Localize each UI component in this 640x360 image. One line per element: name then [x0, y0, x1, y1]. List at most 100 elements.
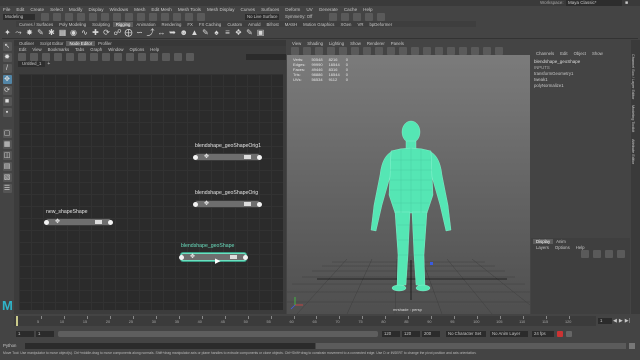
grid-snap-icon[interactable] [138, 52, 146, 61]
node-search-field[interactable] [246, 53, 286, 60]
node-menu-view[interactable]: View [29, 47, 44, 52]
bookmark-icon[interactable] [186, 52, 194, 61]
swatch-icon[interactable] [162, 52, 170, 61]
shelf-tab-curves-surfaces[interactable]: Curves / Surfaces [16, 22, 56, 27]
node-menu-help[interactable]: Help [147, 47, 162, 52]
range-inner-start-field[interactable]: 1 [36, 331, 54, 337]
input-port[interactable] [44, 220, 49, 225]
move-tool-icon[interactable]: ✥ [2, 75, 12, 84]
side-tab-channel-box[interactable]: Channel Box / Layer Editor [631, 54, 635, 99]
render-icon[interactable] [197, 12, 205, 21]
mesh-left-leg[interactable] [394, 211, 411, 287]
textured-icon[interactable] [411, 46, 419, 55]
range-end2-field[interactable]: 200 [422, 331, 440, 337]
input-port[interactable] [179, 255, 184, 260]
play-icon[interactable]: ◀ [613, 318, 617, 324]
layer-menu-options[interactable]: Options [552, 245, 573, 250]
bind-skin-icon[interactable]: ✸ [26, 28, 34, 37]
panel-tab-script-editor[interactable]: Script Editor [37, 41, 66, 46]
mode-select[interactable]: Modeling [3, 13, 35, 20]
blendshape-icon[interactable]: ◉ [70, 28, 78, 37]
image-plane-icon[interactable] [327, 46, 335, 55]
sculpt-icon[interactable]: ✎ [246, 28, 254, 37]
spline-ik-icon[interactable]: ⤴ [147, 28, 155, 37]
brush-icon[interactable]: ✎ [202, 28, 210, 37]
select-object-icon[interactable] [113, 12, 121, 21]
render-frame-icon[interactable] [341, 12, 349, 21]
node-menu-bookmarks[interactable]: Bookmarks [45, 47, 73, 52]
custom-mode-icon[interactable] [126, 52, 134, 61]
new-layer-selected-icon[interactable] [617, 250, 625, 258]
viewport-canvas[interactable]: Verts: 50548 8216 0 Edges: 99990 16544 0 Faces: 4… [287, 55, 530, 314]
shelf-tab-fx[interactable]: FX [184, 22, 196, 27]
joint-icon[interactable]: ✦ [4, 28, 12, 37]
snap-point-icon[interactable] [161, 12, 169, 21]
select-camera-icon[interactable] [291, 46, 299, 55]
fps-field[interactable]: 24 fps [532, 331, 554, 337]
panel-tab-node-editor[interactable]: Node Editor [66, 40, 96, 46]
menu-cache[interactable]: Cache [341, 7, 360, 12]
open-scene-icon[interactable] [53, 12, 61, 21]
select-component-icon[interactable] [125, 12, 133, 21]
wireframe-icon[interactable] [387, 46, 395, 55]
menu-edit-mesh[interactable]: Edit Mesh [148, 7, 174, 12]
prefs-icon[interactable] [566, 331, 572, 337]
menu-uv[interactable]: UV [303, 7, 315, 12]
node-blendshape-geoshapeorig1[interactable]: ✥ [193, 153, 262, 161]
live-surface-field[interactable]: No Live Surface [245, 13, 279, 20]
command-input[interactable] [25, 342, 315, 349]
layer-tab-anim[interactable]: Anim [553, 239, 569, 244]
antialias-icon[interactable] [495, 46, 503, 55]
output-port[interactable] [257, 202, 262, 207]
isolate-select-icon[interactable] [459, 46, 467, 55]
symmetry-field[interactable]: Symmetry: Off [283, 14, 315, 20]
smooth-shade-icon[interactable] [399, 46, 407, 55]
menu-create[interactable]: Create [27, 7, 47, 12]
pose-icon[interactable]: ♠ [213, 28, 221, 37]
bookmark-camera-icon[interactable] [315, 46, 323, 55]
add-graph-tab-button[interactable]: + [47, 61, 50, 67]
lasso-tool-icon[interactable]: ✸ [2, 53, 12, 62]
ipr-icon[interactable] [353, 12, 361, 21]
viewport-menu-lighting[interactable]: Lighting [326, 41, 347, 46]
mirror-joint-icon[interactable]: ↔ [158, 28, 166, 37]
layer-tab-display[interactable]: Display [533, 238, 554, 244]
range-end-field[interactable]: 120 [402, 331, 420, 337]
node-menu-options[interactable]: Options [126, 47, 147, 52]
input-node-polynormalize1[interactable]: polyNormalize1 [531, 83, 630, 89]
constraint-point-icon[interactable]: ✚ [92, 28, 100, 37]
menu-modify[interactable]: Modify [66, 7, 86, 12]
skin-icon[interactable]: ▲ [191, 28, 199, 37]
panel-tab-outliner[interactable]: Outliner [16, 41, 37, 46]
layer-down-icon[interactable] [593, 250, 601, 258]
shelf-tab-custom[interactable]: Custom [224, 22, 245, 27]
save-scene-icon[interactable] [65, 12, 73, 21]
range-inner-end-field[interactable]: 120 [382, 331, 400, 337]
scale-tool-icon[interactable]: ■ [2, 97, 12, 106]
menu-help[interactable]: Help [360, 7, 375, 12]
persp-outliner-icon[interactable]: ▤ [2, 162, 12, 171]
align-icon[interactable]: ≡ [224, 28, 232, 37]
channel-menu-edit[interactable]: Edit [557, 51, 570, 56]
snap-curve-icon[interactable] [149, 12, 157, 21]
viewport-menu-panels[interactable]: Panels [388, 41, 407, 46]
shelf-tab-rigging[interactable]: Rigging [112, 21, 134, 27]
grid-toggle-icon[interactable] [339, 46, 347, 55]
connected-mode-icon[interactable] [102, 52, 110, 61]
menu-surfaces[interactable]: Surfaces [258, 7, 282, 12]
node-attribute-toggle[interactable] [95, 220, 102, 224]
character-set-field[interactable]: No Character Set [446, 331, 486, 337]
menu-select[interactable]: Select [47, 7, 66, 12]
clear-graph-icon[interactable] [54, 52, 62, 61]
mesh-left-foot[interactable] [391, 284, 407, 292]
four-view-icon[interactable]: ▦ [2, 140, 12, 149]
layer-menu-help[interactable]: Help [573, 245, 588, 250]
menu-mesh[interactable]: Mesh [131, 7, 148, 12]
ssao-icon[interactable] [471, 46, 479, 55]
input-port[interactable] [193, 155, 198, 160]
camera-attrs-icon[interactable] [303, 46, 311, 55]
locator-icon[interactable]: ⨁ [125, 28, 133, 37]
snap-grid-icon[interactable] [137, 12, 145, 21]
output-port[interactable] [243, 255, 248, 260]
outliner-icon[interactable]: ☰ [2, 184, 12, 193]
